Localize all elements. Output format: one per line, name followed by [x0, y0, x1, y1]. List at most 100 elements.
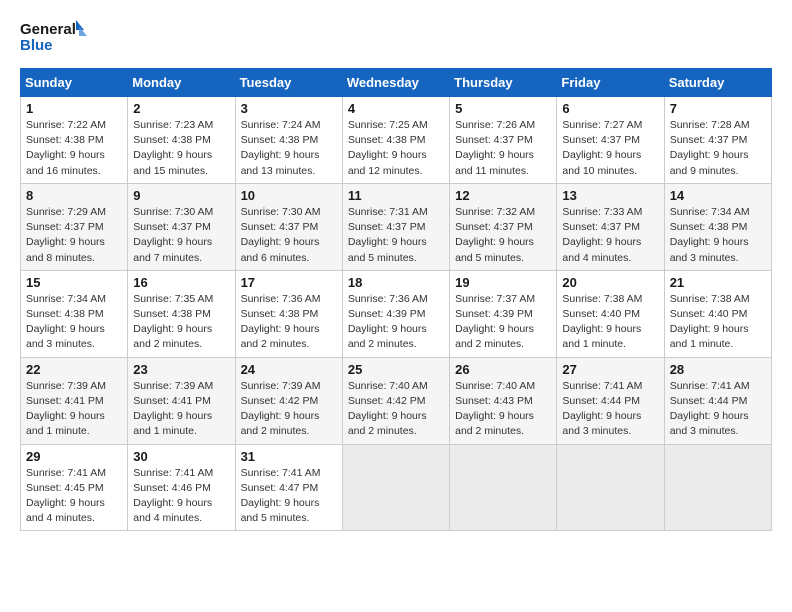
weekday-header-wednesday: Wednesday — [342, 69, 449, 97]
day-detail: Sunrise: 7:30 AMSunset: 4:37 PMDaylight:… — [241, 205, 337, 266]
calendar-cell: 18 Sunrise: 7:36 AMSunset: 4:39 PMDayligh… — [342, 270, 449, 357]
day-number: 6 — [562, 101, 658, 116]
calendar-cell: 17Sunrise: 7:36 AMSunset: 4:38 PMDayligh… — [235, 270, 342, 357]
calendar-cell: 16 Sunrise: 7:35 AMSunset: 4:38 PMDayligh… — [128, 270, 235, 357]
day-number: 4 — [348, 101, 444, 116]
calendar-cell: 20 Sunrise: 7:38 AMSunset: 4:40 PMDayligh… — [557, 270, 664, 357]
day-detail: Sunrise: 7:23 AMSunset: 4:38 PMDaylight:… — [133, 118, 229, 179]
weekday-header-monday: Monday — [128, 69, 235, 97]
day-detail: Sunrise: 7:40 AMSunset: 4:43 PMDaylight:… — [455, 379, 551, 440]
calendar-cell: 15 Sunrise: 7:34 AMSunset: 4:38 PMDayligh… — [21, 270, 128, 357]
calendar-cell: 25 Sunrise: 7:40 AMSunset: 4:42 PMDayligh… — [342, 357, 449, 444]
calendar-cell: 19 Sunrise: 7:37 AMSunset: 4:39 PMDayligh… — [450, 270, 557, 357]
calendar-cell: 7Sunrise: 7:28 AMSunset: 4:37 PMDaylight… — [664, 97, 771, 184]
day-number: 30 — [133, 449, 229, 464]
calendar-cell: 24 Sunrise: 7:39 AMSunset: 4:42 PMDayligh… — [235, 357, 342, 444]
day-detail: Sunrise: 7:38 AMSunset: 4:40 PMDaylight:… — [562, 292, 658, 353]
day-detail: Sunrise: 7:33 AMSunset: 4:37 PMDaylight:… — [562, 205, 658, 266]
day-number: 28 — [670, 362, 766, 377]
day-number: 20 — [562, 275, 658, 290]
calendar-cell: 9 Sunrise: 7:30 AMSunset: 4:37 PMDaylight… — [128, 183, 235, 270]
calendar-cell: 10 Sunrise: 7:30 AMSunset: 4:37 PMDayligh… — [235, 183, 342, 270]
day-number: 16 — [133, 275, 229, 290]
day-detail: Sunrise: 7:31 AMSunset: 4:37 PMDaylight:… — [348, 205, 444, 266]
day-number: 12 — [455, 188, 551, 203]
day-number: 15 — [26, 275, 122, 290]
calendar-week-2: 8 Sunrise: 7:29 AMSunset: 4:37 PMDaylight… — [21, 183, 772, 270]
day-detail: Sunrise: 7:37 AMSunset: 4:39 PMDaylight:… — [455, 292, 551, 353]
day-number: 18 — [348, 275, 444, 290]
day-detail: Sunrise: 7:41 AMSunset: 4:45 PMDaylight:… — [26, 466, 122, 527]
day-detail: Sunrise: 7:22 AMSunset: 4:38 PMDaylight:… — [26, 118, 122, 179]
logo-icon: General Blue — [20, 16, 90, 58]
day-detail: Sunrise: 7:25 AMSunset: 4:38 PMDaylight:… — [348, 118, 444, 179]
day-number: 21 — [670, 275, 766, 290]
calendar-cell: 28Sunrise: 7:41 AMSunset: 4:44 PMDayligh… — [664, 357, 771, 444]
weekday-header-sunday: Sunday — [21, 69, 128, 97]
day-number: 9 — [133, 188, 229, 203]
day-number: 27 — [562, 362, 658, 377]
day-detail: Sunrise: 7:30 AMSunset: 4:37 PMDaylight:… — [133, 205, 229, 266]
calendar-cell: 12 Sunrise: 7:32 AMSunset: 4:37 PMDayligh… — [450, 183, 557, 270]
day-detail: Sunrise: 7:39 AMSunset: 4:41 PMDaylight:… — [26, 379, 122, 440]
day-number: 2 — [133, 101, 229, 116]
svg-text:General: General — [20, 21, 76, 38]
day-detail: Sunrise: 7:27 AMSunset: 4:37 PMDaylight:… — [562, 118, 658, 179]
calendar-cell: 14Sunrise: 7:34 AMSunset: 4:38 PMDayligh… — [664, 183, 771, 270]
day-detail: Sunrise: 7:40 AMSunset: 4:42 PMDaylight:… — [348, 379, 444, 440]
calendar-cell — [450, 444, 557, 531]
day-number: 8 — [26, 188, 122, 203]
day-number: 3 — [241, 101, 337, 116]
calendar-cell: 23 Sunrise: 7:39 AMSunset: 4:41 PMDayligh… — [128, 357, 235, 444]
day-number: 25 — [348, 362, 444, 377]
calendar-week-1: 1 Sunrise: 7:22 AMSunset: 4:38 PMDaylight… — [21, 97, 772, 184]
day-number: 31 — [241, 449, 337, 464]
calendar-cell: 5Sunrise: 7:26 AMSunset: 4:37 PMDaylight… — [450, 97, 557, 184]
day-number: 29 — [26, 449, 122, 464]
weekday-header-tuesday: Tuesday — [235, 69, 342, 97]
calendar-cell: 2 Sunrise: 7:23 AMSunset: 4:38 PMDaylight… — [128, 97, 235, 184]
day-detail: Sunrise: 7:29 AMSunset: 4:37 PMDaylight:… — [26, 205, 122, 266]
day-number: 11 — [348, 188, 444, 203]
weekday-header-thursday: Thursday — [450, 69, 557, 97]
calendar-cell — [664, 444, 771, 531]
day-detail: Sunrise: 7:36 AMSunset: 4:38 PMDaylight:… — [241, 292, 337, 353]
day-number: 26 — [455, 362, 551, 377]
day-detail: Sunrise: 7:35 AMSunset: 4:38 PMDaylight:… — [133, 292, 229, 353]
calendar-cell: 22 Sunrise: 7:39 AMSunset: 4:41 PMDayligh… — [21, 357, 128, 444]
calendar-cell: 13Sunrise: 7:33 AMSunset: 4:37 PMDayligh… — [557, 183, 664, 270]
day-number: 24 — [241, 362, 337, 377]
day-detail: Sunrise: 7:32 AMSunset: 4:37 PMDaylight:… — [455, 205, 551, 266]
calendar-cell: 1 Sunrise: 7:22 AMSunset: 4:38 PMDaylight… — [21, 97, 128, 184]
calendar-week-5: 29 Sunrise: 7:41 AMSunset: 4:45 PMDayligh… — [21, 444, 772, 531]
day-number: 23 — [133, 362, 229, 377]
day-detail: Sunrise: 7:36 AMSunset: 4:39 PMDaylight:… — [348, 292, 444, 353]
day-number: 22 — [26, 362, 122, 377]
day-number: 10 — [241, 188, 337, 203]
weekday-header-saturday: Saturday — [664, 69, 771, 97]
weekday-header-friday: Friday — [557, 69, 664, 97]
calendar-cell — [557, 444, 664, 531]
day-detail: Sunrise: 7:39 AMSunset: 4:41 PMDaylight:… — [133, 379, 229, 440]
day-detail: Sunrise: 7:38 AMSunset: 4:40 PMDaylight:… — [670, 292, 766, 353]
page-header: General Blue — [20, 16, 772, 58]
calendar-cell: 11 Sunrise: 7:31 AMSunset: 4:37 PMDayligh… — [342, 183, 449, 270]
calendar-cell: 27 Sunrise: 7:41 AMSunset: 4:44 PMDayligh… — [557, 357, 664, 444]
day-detail: Sunrise: 7:41 AMSunset: 4:44 PMDaylight:… — [562, 379, 658, 440]
day-number: 5 — [455, 101, 551, 116]
day-detail: Sunrise: 7:41 AMSunset: 4:46 PMDaylight:… — [133, 466, 229, 527]
day-detail: Sunrise: 7:34 AMSunset: 4:38 PMDaylight:… — [26, 292, 122, 353]
calendar-table: SundayMondayTuesdayWednesdayThursdayFrid… — [20, 68, 772, 531]
calendar-cell: 31 Sunrise: 7:41 AMSunset: 4:47 PMDayligh… — [235, 444, 342, 531]
calendar-cell: 21 Sunrise: 7:38 AMSunset: 4:40 PMDayligh… — [664, 270, 771, 357]
day-detail: Sunrise: 7:24 AMSunset: 4:38 PMDaylight:… — [241, 118, 337, 179]
calendar-cell — [342, 444, 449, 531]
day-detail: Sunrise: 7:41 AMSunset: 4:47 PMDaylight:… — [241, 466, 337, 527]
calendar-week-4: 22 Sunrise: 7:39 AMSunset: 4:41 PMDayligh… — [21, 357, 772, 444]
weekday-header-row: SundayMondayTuesdayWednesdayThursdayFrid… — [21, 69, 772, 97]
day-detail: Sunrise: 7:39 AMSunset: 4:42 PMDaylight:… — [241, 379, 337, 440]
day-number: 1 — [26, 101, 122, 116]
day-detail: Sunrise: 7:28 AMSunset: 4:37 PMDaylight:… — [670, 118, 766, 179]
calendar-cell: 26 Sunrise: 7:40 AMSunset: 4:43 PMDayligh… — [450, 357, 557, 444]
day-number: 19 — [455, 275, 551, 290]
